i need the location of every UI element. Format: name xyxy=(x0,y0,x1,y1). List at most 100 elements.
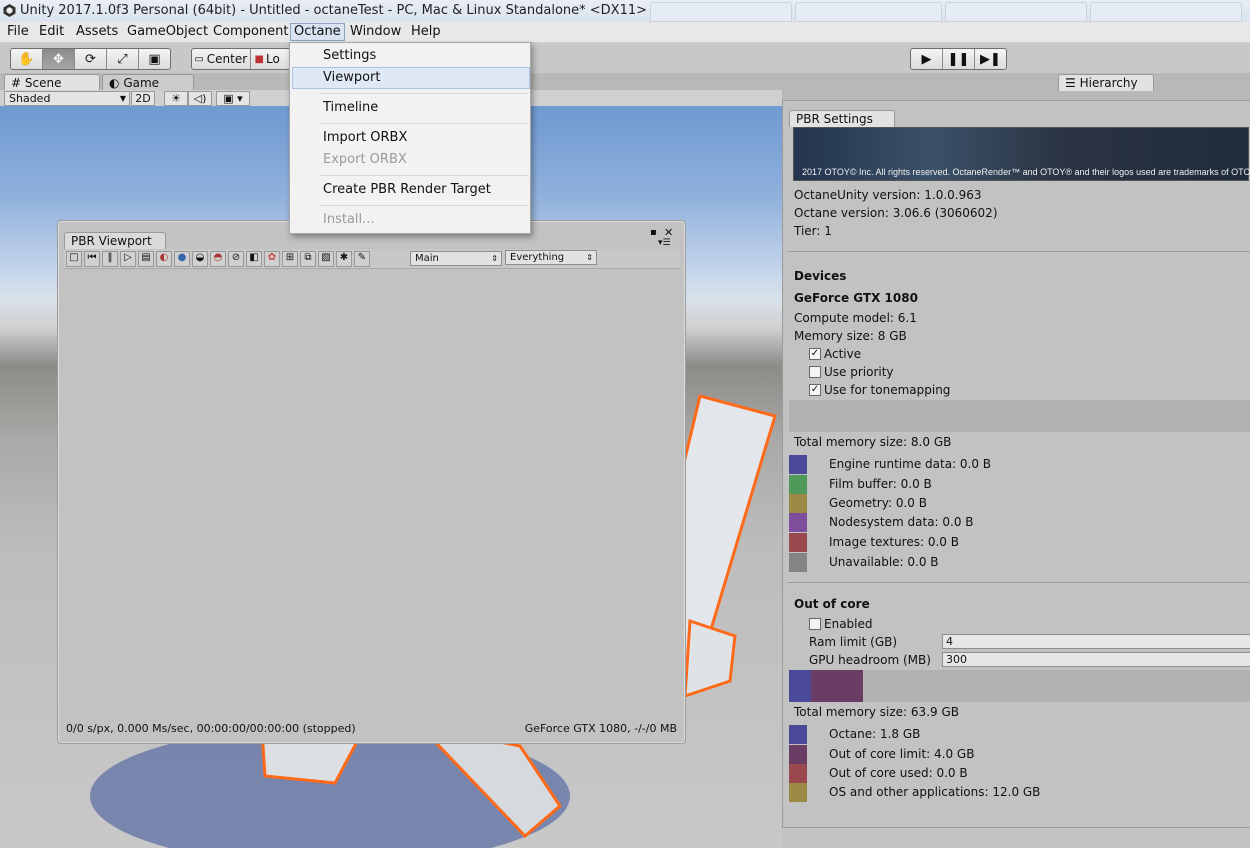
lighting-icon[interactable]: ☀ xyxy=(164,91,188,106)
menu-window[interactable]: Window xyxy=(347,24,404,40)
menu-file[interactable]: File xyxy=(4,24,32,40)
menu-item-import-orbx[interactable]: Import ORBX xyxy=(323,130,407,145)
pivot-center-button[interactable]: ▭ Center xyxy=(192,49,251,69)
total-memory-2-label: Total memory size: 63.9 GB xyxy=(794,705,959,719)
tab-hierarchy[interactable]: ☰ Hierarchy xyxy=(1058,74,1154,91)
material-picker-icon[interactable]: ◒ xyxy=(192,251,208,267)
scene-icon: # xyxy=(11,76,22,90)
octane-dropdown-menu: Settings Viewport Timeline Import ORBX E… xyxy=(289,42,531,234)
background-tab xyxy=(650,2,792,22)
scale-tool-icon[interactable]: ⤢ xyxy=(107,49,139,69)
ram-limit-field[interactable]: 4 xyxy=(942,634,1250,649)
rect-tool-icon[interactable]: ▣ xyxy=(139,49,170,69)
maximize-icon[interactable]: ▪ xyxy=(650,227,657,238)
enabled-label: Enabled xyxy=(824,617,873,631)
divider xyxy=(787,582,1250,583)
tier-label: Tier: 1 xyxy=(794,224,832,238)
gpu-headroom-label: GPU headroom (MB) xyxy=(809,653,931,667)
geometry-label: Geometry: 0.0 B xyxy=(829,496,927,510)
nodesystem-label: Nodesystem data: 0.0 B xyxy=(829,515,974,529)
tab-pbr-settings[interactable]: PBR Settings xyxy=(789,110,895,127)
octaneunity-version: OctaneUnity version: 1.0.0.963 xyxy=(794,188,982,202)
menu-bar: File Edit Assets GameObject Component Oc… xyxy=(0,22,1250,43)
main-toolbar: ✋ ✥ ⟳ ⤢ ▣ ▭ Center ■ Lo ▶ ❚❚ ▶❚ xyxy=(0,43,1250,73)
use-tonemapping-checkbox[interactable]: ✓ xyxy=(809,384,821,396)
menu-item-viewport[interactable]: Viewport xyxy=(323,70,381,85)
tab-pbr-viewport[interactable]: PBR Viewport xyxy=(64,232,166,249)
gpu-status: GeForce GTX 1080, -/-/0 MB xyxy=(524,722,677,735)
stop-icon[interactable]: □ xyxy=(66,251,82,267)
alpha-icon[interactable]: ◧ xyxy=(246,251,262,267)
background-tab xyxy=(795,2,942,22)
tab-scene[interactable]: # Scene xyxy=(4,74,100,91)
gear-arm xyxy=(683,618,737,699)
camera-icon[interactable]: ⊞ xyxy=(282,251,298,267)
start-render-icon[interactable]: ▷ xyxy=(120,251,136,267)
gpu-headroom-field[interactable]: 300 xyxy=(942,652,1250,667)
effects-icon[interactable]: ▣ ▾ xyxy=(216,91,250,106)
legend-swatch xyxy=(789,725,807,744)
menu-component[interactable]: Component xyxy=(210,24,291,40)
menu-item-export-orbx: Export ORBX xyxy=(323,152,407,167)
settings-gear-icon[interactable]: ✱ xyxy=(336,251,352,267)
step-icon[interactable]: ▶❚ xyxy=(975,49,1006,69)
total-memory-label: Total memory size: 8.0 GB xyxy=(794,435,952,449)
use-priority-checkbox[interactable] xyxy=(809,366,821,378)
color-picker-icon[interactable]: ● xyxy=(174,251,190,267)
zoom-icon[interactable]: ⧉ xyxy=(300,251,316,267)
engine-runtime-label: Engine runtime data: 0.0 B xyxy=(829,457,992,471)
image-icon[interactable]: ▨ xyxy=(318,251,334,267)
menu-help[interactable]: Help xyxy=(408,24,444,40)
lock-icon[interactable]: ⊘ xyxy=(228,251,244,267)
object-picker-icon[interactable]: ◓ xyxy=(210,251,226,267)
core-used-label: Out of core used: 0.0 B xyxy=(829,766,968,780)
render-mode-icon[interactable]: ▤ xyxy=(138,251,154,267)
menu-separator xyxy=(320,205,528,206)
hand-tool-icon[interactable]: ✋ xyxy=(11,49,43,69)
rewind-icon[interactable]: ⏮ xyxy=(84,251,100,267)
active-checkbox[interactable]: ✓ xyxy=(809,348,821,360)
play-icon[interactable]: ▶ xyxy=(911,49,943,69)
core-limit-label: Out of core limit: 4.0 GB xyxy=(829,747,975,761)
shading-select[interactable]: Shaded ▼ xyxy=(4,91,130,106)
menu-item-create-pbr-target[interactable]: Create PBR Render Target xyxy=(323,182,491,197)
render-status: 0/0 s/px, 0.000 Ms/sec, 00:00:00/00:00:0… xyxy=(66,722,356,735)
panel-menu-icon[interactable]: ▾☰ xyxy=(658,238,671,248)
menu-edit[interactable]: Edit xyxy=(36,24,67,40)
menu-item-settings[interactable]: Settings xyxy=(323,48,376,63)
legend-swatch xyxy=(789,513,807,532)
viewport-toolbar: □ ⏮ ‖ ▷ ▤ ◐ ● ◒ ◓ ⊘ ◧ ✿ ⊞ ⧉ ▨ ✱ ✎ Main ⇕ … xyxy=(64,249,680,269)
enabled-checkbox[interactable] xyxy=(809,618,821,630)
tab-game[interactable]: ◐ Game xyxy=(102,74,194,91)
pivot-local-button[interactable]: ■ Lo xyxy=(251,49,290,69)
memory-usage-bar xyxy=(789,400,1250,432)
compute-model: Compute model: 6.1 xyxy=(794,311,917,325)
rotate-tool-icon[interactable]: ⟳ xyxy=(75,49,107,69)
menu-octane[interactable]: Octane xyxy=(290,23,345,41)
menu-item-timeline[interactable]: Timeline xyxy=(323,100,378,115)
mode-2d-button[interactable]: 2D xyxy=(131,91,155,106)
pick-focus-icon[interactable]: ◐ xyxy=(156,251,172,267)
move-tool-icon[interactable]: ✥ xyxy=(43,49,75,69)
legend-swatch xyxy=(789,475,807,494)
tools-icon[interactable]: ✎ xyxy=(354,251,370,267)
viewport-tool-icons: □ ⏮ ‖ ▷ ▤ ◐ ● ◒ ◓ ⊘ ◧ ✿ ⊞ ⧉ ▨ ✱ ✎ xyxy=(66,251,370,267)
menu-assets[interactable]: Assets xyxy=(73,24,121,40)
hierarchy-area: ☰ Hierarchy xyxy=(782,73,1250,100)
layer-select[interactable]: Everything ⇕ xyxy=(505,250,597,265)
camera-select[interactable]: Main ⇕ xyxy=(410,251,502,266)
pause-icon[interactable]: ❚❚ xyxy=(943,49,975,69)
menu-gameobject[interactable]: GameObject xyxy=(124,24,211,40)
background-tab xyxy=(945,2,1087,22)
region-icon[interactable]: ✿ xyxy=(264,251,280,267)
pivot-toggle: ▭ Center ■ Lo xyxy=(191,48,291,70)
audio-icon[interactable]: ◁) xyxy=(188,91,212,106)
pbr-viewport-window: PBR Viewport ▪ ✕ ▾☰ □ ⏮ ‖ ▷ ▤ ◐ ● ◒ ◓ ⊘ … xyxy=(57,220,686,744)
pause-render-icon[interactable]: ‖ xyxy=(102,251,118,267)
render-canvas[interactable] xyxy=(64,269,678,718)
core-usage-octane xyxy=(789,670,811,702)
use-tonemapping-label: Use for tonemapping xyxy=(824,383,951,397)
background-tab xyxy=(1090,2,1242,22)
legend-swatch xyxy=(789,783,807,802)
legend-swatch xyxy=(789,494,807,513)
